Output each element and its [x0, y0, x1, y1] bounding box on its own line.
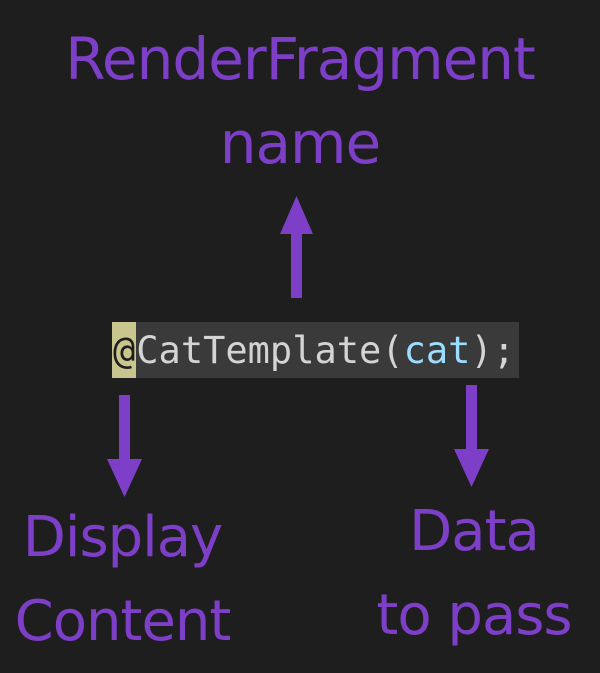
- parameter-name: cat: [403, 328, 471, 372]
- arrow-down-icon: [454, 385, 489, 487]
- arrow-down-icon: [107, 395, 142, 497]
- arrow-up-icon: [280, 196, 313, 298]
- fragment-name: CatTemplate: [136, 328, 382, 372]
- at-sign-highlight: @: [112, 322, 137, 378]
- open-paren: (: [381, 328, 404, 372]
- close-paren-semicolon: );: [470, 328, 515, 372]
- code-snippet: @ CatTemplate ( cat );: [112, 322, 519, 378]
- code-highlight: CatTemplate ( cat );: [136, 322, 519, 378]
- display-content-label-line2: Content: [14, 589, 232, 654]
- data-to-pass-label-line2: to pass: [376, 583, 572, 648]
- data-to-pass-label-line1: Data: [409, 499, 540, 564]
- display-content-label-line1: Display: [22, 505, 223, 570]
